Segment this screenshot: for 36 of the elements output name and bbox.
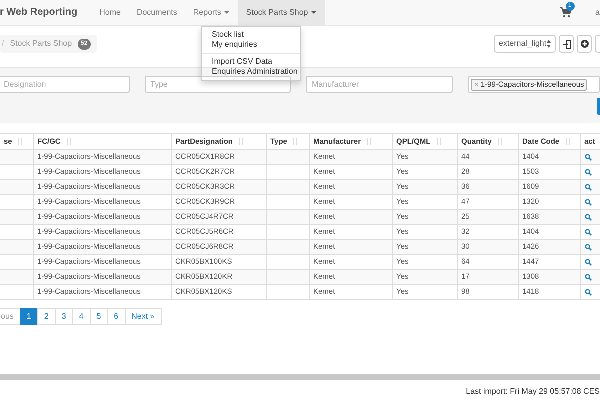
search-icon[interactable]	[584, 198, 592, 206]
theme-select[interactable]: external_light	[494, 35, 556, 53]
breadcrumb-separator: /	[2, 38, 4, 50]
search-icon[interactable]	[584, 154, 592, 161]
add-button[interactable]	[577, 35, 592, 53]
filter-input[interactable]: Designation	[0, 76, 130, 93]
cart-icon[interactable]	[560, 6, 572, 18]
search-icon[interactable]	[584, 258, 592, 266]
user-name[interactable]: a	[596, 0, 600, 25]
select-arrows-icon	[547, 39, 551, 49]
search-icon[interactable]	[584, 168, 592, 176]
menu-item[interactable]: Import CSV Data	[202, 57, 300, 67]
nav-link[interactable]: Home	[92, 0, 129, 25]
page-link[interactable]: 2	[37, 308, 56, 325]
search-icon[interactable]	[584, 214, 592, 221]
search-icon[interactable]	[584, 244, 592, 251]
import-button[interactable]	[559, 35, 574, 53]
next-page-link[interactable]: Next »	[124, 308, 162, 325]
brand-title[interactable]: r Web Reporting	[0, 0, 92, 25]
nav-link[interactable]: Reports	[185, 0, 238, 25]
nav-link[interactable]: Stock Parts Shop	[238, 0, 326, 25]
page-link[interactable]: 6	[107, 308, 126, 325]
nav-link[interactable]: Documents	[128, 0, 186, 25]
menu-item[interactable]: My enquiries	[202, 40, 300, 50]
file-import-icon	[562, 40, 570, 48]
plus-circle-icon	[580, 40, 588, 48]
menu-item[interactable]: Stock list	[202, 30, 300, 40]
filter-input[interactable]: Type	[144, 76, 292, 93]
search-icon[interactable]	[584, 228, 592, 236]
search-icon[interactable]	[584, 288, 592, 296]
page-link[interactable]: 4	[72, 308, 91, 325]
search-icon[interactable]	[584, 274, 592, 281]
menu-item[interactable]: Enquiries Administration	[202, 67, 300, 77]
last-import-text: Last import: Fri May 29 05:57:08 CES	[466, 386, 600, 398]
search-icon[interactable]	[584, 184, 592, 191]
filter-input[interactable]: Manufacturer	[306, 76, 454, 93]
